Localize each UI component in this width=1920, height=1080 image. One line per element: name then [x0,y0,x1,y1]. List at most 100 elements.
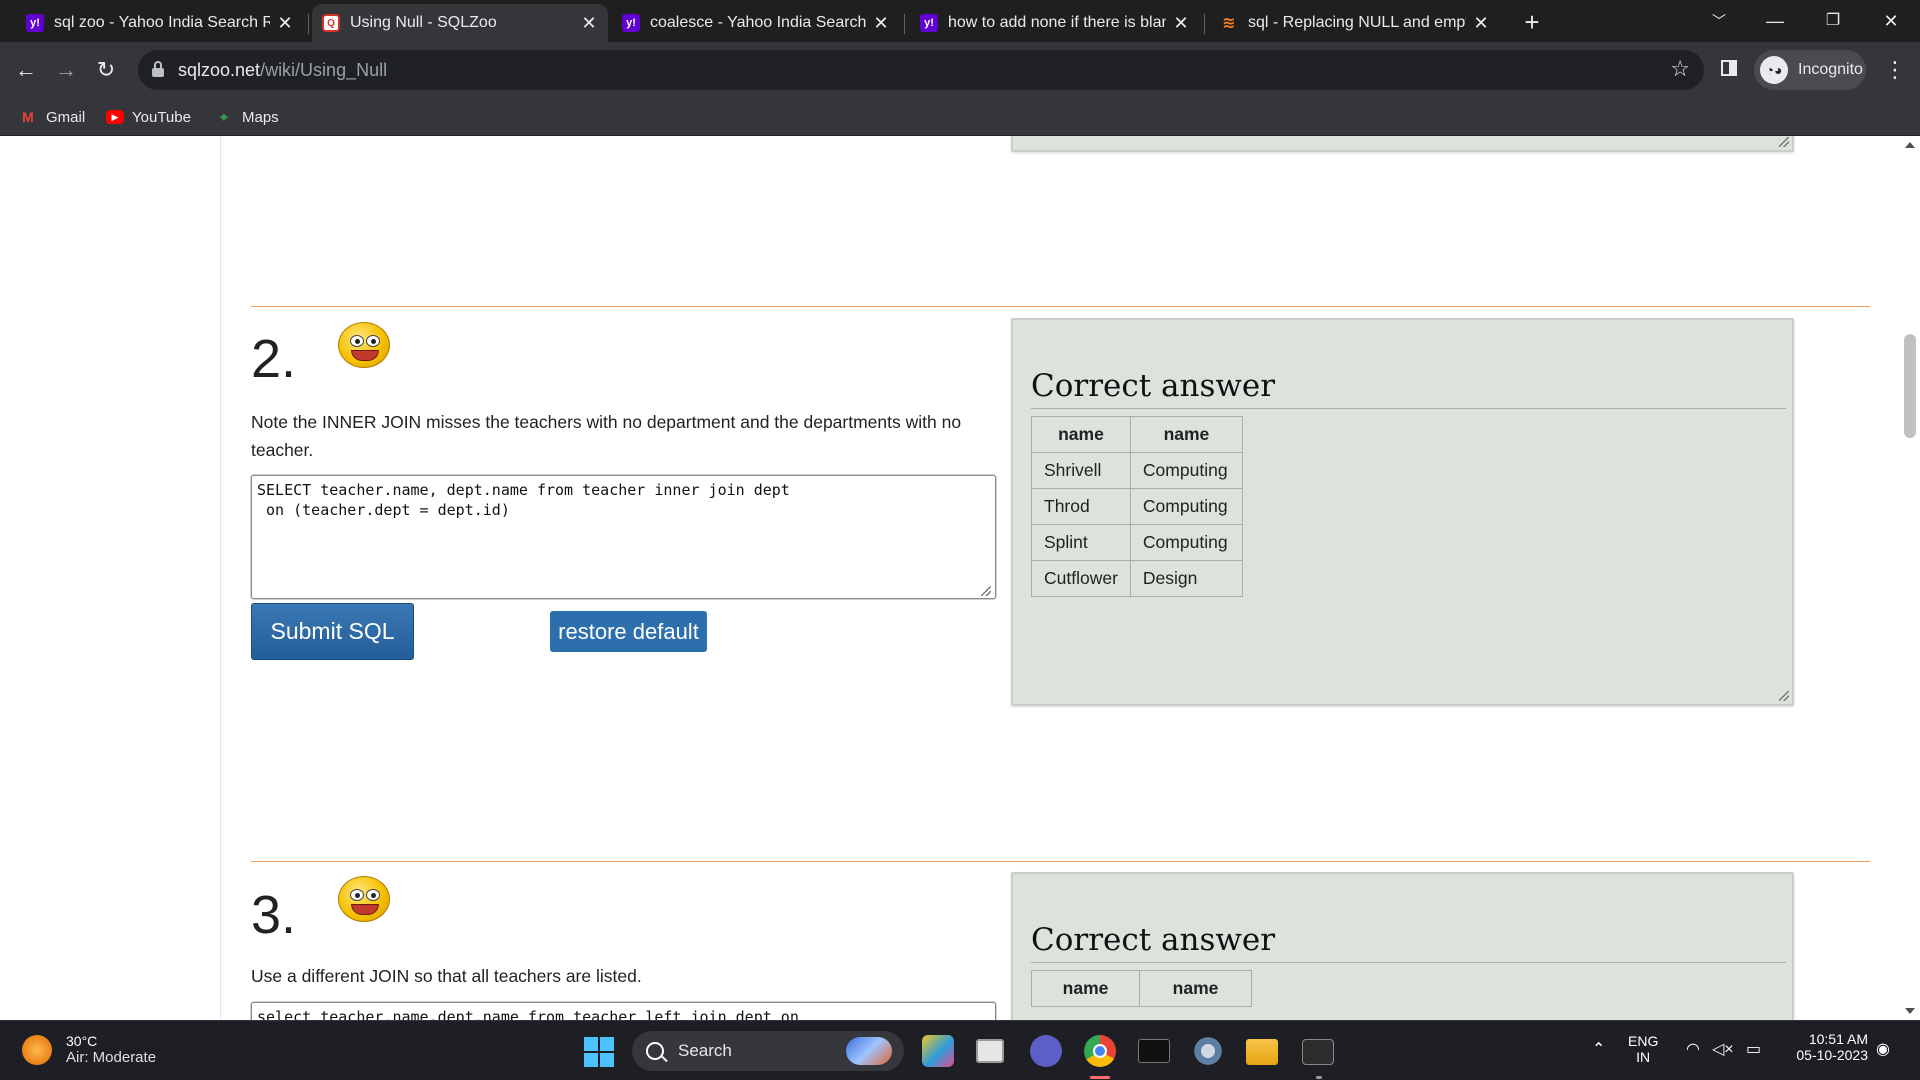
table-header-row: name name [1031,970,1252,1007]
answer-title: Correct answer [1031,368,1276,404]
bookmark-maps[interactable]: ⌖ Maps [214,106,279,128]
file-explorer-icon[interactable] [1246,1039,1278,1065]
language-code: ENG [1628,1033,1659,1049]
table-cell: Computing [1129,452,1243,489]
scroll-up-arrow-icon[interactable] [1905,142,1915,148]
resize-handle[interactable] [1779,137,1789,147]
scroll-down-arrow-icon[interactable] [1905,1008,1915,1014]
language-indicator[interactable]: ENG IN [1628,1033,1658,1065]
copilot-preview-icon[interactable] [922,1035,954,1067]
side-panel-icon[interactable] [1718,57,1740,79]
bookmark-star-icon[interactable]: ☆ [1670,56,1690,82]
lock-icon[interactable] [152,61,164,77]
task-view-icon[interactable] [976,1039,1004,1063]
tab-search-button[interactable]: ﹀ [1696,4,1742,38]
smiley-icon [338,876,390,922]
taskbar-search[interactable]: Search [632,1031,904,1071]
tab-strip: y! sql zoo - Yahoo India Search Res ✕ Q … [0,0,1920,42]
table-cell: Computing [1129,488,1243,525]
previous-answer-box [1011,136,1794,152]
column-header: name [1139,970,1252,1007]
clock-date: 05-10-2023 [1796,1047,1868,1063]
tab-using-null[interactable]: Q Using Null - SQLZoo ✕ [312,4,608,42]
minimize-button[interactable]: — [1752,4,1798,38]
new-tab-button[interactable]: + [1518,8,1546,36]
section-divider [251,861,1870,862]
weather-description: Air: Moderate [66,1049,157,1066]
close-icon[interactable]: ✕ [1472,13,1490,34]
powershell-icon[interactable] [1302,1039,1334,1065]
region-code: IN [1636,1049,1651,1065]
table-cell: Cutflower [1031,560,1131,597]
resize-handle[interactable] [1779,691,1789,701]
question-number: 3. [251,885,297,945]
answer-divider [1031,408,1786,409]
clock[interactable]: 10:51 AM 05-10-2023 [1780,1031,1868,1063]
battery-icon[interactable]: ▭ [1746,1039,1761,1059]
back-button[interactable]: ← [8,52,44,88]
reload-button[interactable]: ↻ [88,52,124,88]
tab-sql-zoo-yahoo[interactable]: y! sql zoo - Yahoo India Search Res ✕ [16,4,304,42]
bookmark-youtube[interactable]: ▶ YouTube [106,106,191,128]
youtube-icon: ▶ [106,110,124,124]
running-app-indicator [1316,1076,1322,1079]
submit-sql-button[interactable]: Submit SQL [251,603,414,660]
restore-button[interactable]: ❐ [1810,4,1856,38]
bookmark-gmail[interactable]: M Gmail [18,106,85,128]
tab-title: sql zoo - Yahoo India Search Res [54,14,270,31]
incognito-profile-button[interactable]: ◔◕ Incognito [1754,50,1866,90]
tab-add-none-yahoo[interactable]: y! how to add none if there is blank ✕ [910,4,1200,42]
close-icon[interactable]: ✕ [1172,13,1190,34]
gmail-icon: M [22,109,34,125]
tab-divider [308,14,309,34]
clock-time: 10:51 AM [1808,1031,1868,1047]
restore-default-button[interactable]: restore default [550,611,707,652]
question-number: 2. [251,329,297,389]
tab-replacing-null-so[interactable]: ≋ sql - Replacing NULL and empty ✕ [1210,4,1500,42]
chrome-icon[interactable] [1084,1035,1116,1067]
close-icon[interactable]: ✕ [580,13,598,34]
bookmark-label: YouTube [132,108,191,126]
weather-icon [22,1034,52,1065]
tab-coalesce-yahoo[interactable]: y! coalesce - Yahoo India Search Re ✕ [612,4,900,42]
close-icon[interactable]: ✕ [872,13,890,34]
browser-menu-icon[interactable]: ⋮ [1880,52,1910,88]
correct-answer-box: Correct answer name name Shrivell Comput… [1011,318,1794,706]
page-content: 2. Note the INNER JOIN misses the teache… [0,136,1920,1020]
forward-button[interactable]: → [48,52,84,88]
answer-table: name name Shrivell Computing Throd Compu… [1031,416,1243,597]
page-scrollbar[interactable] [1900,136,1920,1020]
address-bar[interactable]: sqlzoo.net/wiki/Using_Null ☆ [138,50,1704,90]
column-header: name [1031,416,1131,453]
table-row: Throd Computing [1031,488,1243,525]
url-text[interactable]: sqlzoo.net/wiki/Using_Null [178,60,387,81]
editor-resize-handle[interactable] [981,586,991,596]
table-row: Splint Computing [1031,524,1243,561]
table-cell: Computing [1129,524,1243,561]
terminal-icon[interactable] [1138,1039,1170,1063]
table-cell: Shrivell [1031,452,1131,489]
stackoverflow-icon: ≋ [1222,15,1236,32]
settings-gear-icon[interactable] [1192,1035,1224,1067]
sql-editor[interactable]: select teacher.name,dept.name from teach… [251,1002,996,1020]
bookmark-label: Gmail [46,108,86,126]
answer-title: Correct answer [1031,922,1276,958]
scrollbar-thumb[interactable] [1904,334,1916,438]
show-hidden-icons-chevron-icon[interactable]: ⌃ [1592,1039,1605,1059]
tab-title: sql - Replacing NULL and empty [1248,14,1466,31]
teams-chat-icon[interactable] [1030,1035,1062,1067]
smiley-icon [338,322,390,368]
tab-title: Using Null - SQLZoo [350,14,497,31]
close-icon[interactable]: ✕ [276,13,294,34]
close-window-button[interactable]: ✕ [1868,4,1914,38]
search-icon [646,1042,664,1060]
volume-muted-icon[interactable]: ◁× [1712,1039,1734,1059]
tab-divider [1204,14,1205,34]
wifi-icon[interactable]: ◠ [1686,1039,1700,1059]
answer-table: name name [1031,970,1252,1007]
notification-bell-icon[interactable]: ◉ [1876,1039,1890,1059]
sql-editor[interactable]: SELECT teacher.name, dept.name from teac… [251,475,996,599]
weather-widget[interactable]: 30°C Air: Moderate [22,1033,156,1066]
incognito-label: Incognito [1798,61,1863,78]
start-button[interactable] [584,1037,614,1067]
